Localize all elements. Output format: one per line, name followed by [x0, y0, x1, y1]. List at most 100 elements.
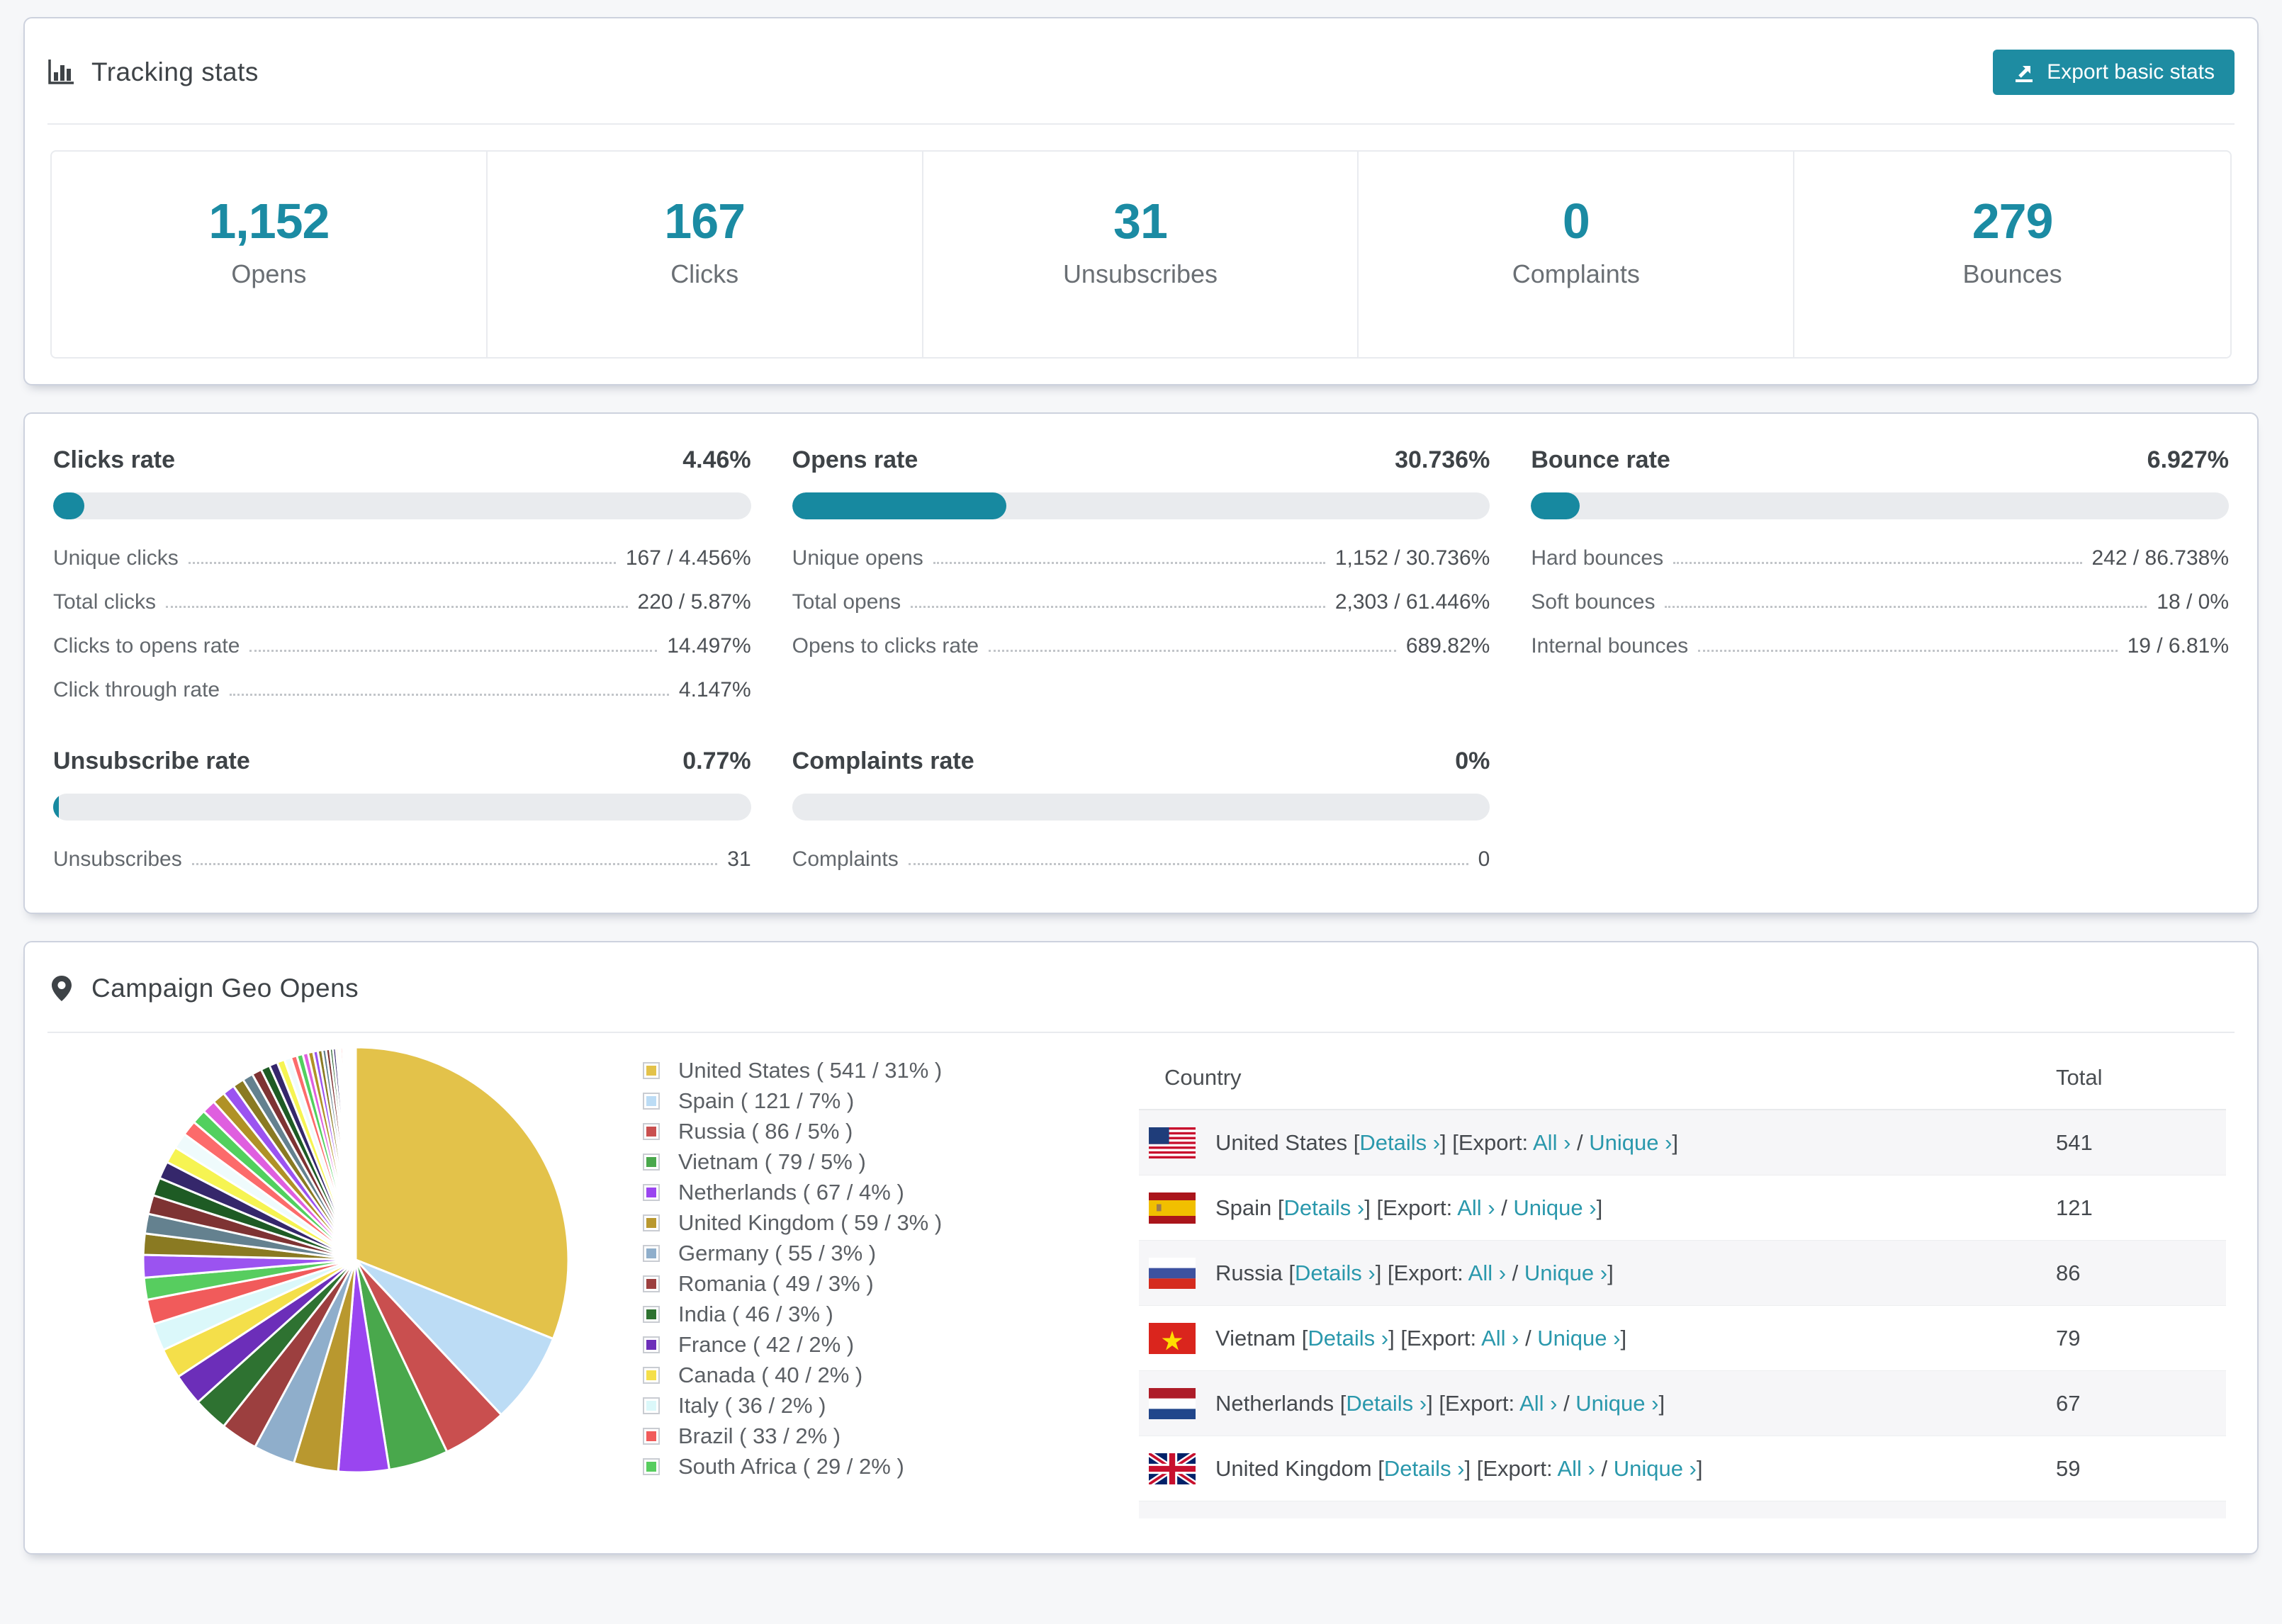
export-unique-link[interactable]: Unique ›: [1614, 1456, 1697, 1481]
export-unique-link[interactable]: Unique ›: [1575, 1391, 1658, 1416]
total-cell: 541: [2056, 1129, 2093, 1155]
export-all-link[interactable]: All ›: [1468, 1261, 1506, 1285]
details-link[interactable]: Details ›: [1359, 1130, 1440, 1155]
export-unique-link[interactable]: Unique ›: [1537, 1326, 1620, 1350]
legend-swatch: [643, 1122, 660, 1140]
stat-label: Complaints: [1512, 259, 1640, 288]
country-name: United Kingdom: [1215, 1455, 1378, 1481]
geo-table: Country Total United States [Details ›] [E…: [1139, 1065, 2226, 1518]
page: Tracking stats Export basic stats 1,152 O…: [0, 0, 2282, 1555]
rate-detail-label: Complaints: [792, 847, 899, 871]
es-flag-icon: [1149, 1192, 1196, 1224]
pie-slice-other-45[interactable]: [354, 1046, 357, 1261]
rate-title: Clicks rate: [53, 446, 175, 473]
rate-detail-label: Opens to clicks rate: [792, 634, 979, 658]
legend-label: United States ( 541 / 31% ): [678, 1057, 943, 1083]
page-title: Tracking stats: [91, 57, 259, 86]
export-unique-link[interactable]: Unique ›: [1589, 1130, 1672, 1155]
legend-swatch: [643, 1153, 660, 1171]
export-unique-link[interactable]: Unique ›: [1524, 1261, 1607, 1285]
rate-detail-value: 4.147%: [678, 678, 751, 701]
dotted-leader: [908, 863, 1468, 865]
rate-detail-value: 689.82%: [1405, 634, 1490, 658]
legend-label: Vietnam ( 79 / 5% ): [678, 1149, 866, 1174]
vn-flag-icon: [1149, 1322, 1196, 1354]
export-icon: [2016, 66, 2033, 82]
legend-swatch: [643, 1244, 660, 1262]
stat-value: 0: [1562, 193, 1590, 249]
legend-label: Brazil ( 33 / 2% ): [678, 1423, 841, 1448]
details-link[interactable]: Details ›: [1284, 1195, 1365, 1220]
rate-detail-label: Clicks to opens rate: [53, 634, 240, 658]
legend-item-germany[interactable]: Germany ( 55 / 3% ): [643, 1238, 1139, 1268]
legend-swatch: [643, 1336, 660, 1353]
export-all-link[interactable]: All ›: [1457, 1195, 1495, 1220]
legend-item-south-africa[interactable]: South Africa ( 29 / 2% ): [643, 1451, 1139, 1482]
stat-value: 279: [1972, 193, 2054, 249]
column-header-country: Country: [1164, 1065, 1242, 1090]
rate-detail-label: Click through rate: [53, 678, 220, 701]
stats-summary-row: 1,152 Opens 167 Clicks 31 Unsubscribes 0 Compla…: [50, 150, 2232, 359]
rate-detail-row: Hard bounces 242 / 86.738%: [1531, 546, 2229, 570]
details-link[interactable]: Details ›: [1295, 1261, 1376, 1285]
export-all-link[interactable]: All ›: [1533, 1130, 1570, 1155]
legend-item-romania[interactable]: Romania ( 49 / 3% ): [643, 1268, 1139, 1299]
legend-item-united-kingdom[interactable]: United Kingdom ( 59 / 3% ): [643, 1207, 1139, 1238]
geo-table-clip: Country Total United States [Details ›] [E…: [1139, 1065, 2226, 1518]
rate-detail-value: 18 / 0%: [2157, 590, 2229, 614]
legend-item-india[interactable]: India ( 46 / 3% ): [643, 1299, 1139, 1329]
legend-item-vietnam[interactable]: Vietnam ( 79 / 5% ): [643, 1146, 1139, 1177]
legend-item-spain[interactable]: Spain ( 121 / 7% ): [643, 1086, 1139, 1116]
rate-title: Bounce rate: [1531, 446, 1670, 473]
legend-item-brazil[interactable]: Brazil ( 33 / 2% ): [643, 1421, 1139, 1451]
rate-detail-row: Click through rate 4.147%: [53, 678, 751, 702]
rate-detail-label: Soft bounces: [1531, 590, 1656, 614]
dotted-leader: [166, 606, 628, 608]
legend-item-united-states[interactable]: United States ( 541 / 31% ): [643, 1055, 1139, 1086]
country-name: Russia: [1215, 1260, 1289, 1285]
legend-swatch: [643, 1397, 660, 1414]
stat-bounces: 279 Bounces: [1794, 152, 2230, 357]
details-link[interactable]: Details ›: [1308, 1326, 1388, 1350]
rate-detail-value: 2,303 / 61.446%: [1334, 590, 1490, 614]
rate-detail-row: Clicks to opens rate 14.497%: [53, 634, 751, 658]
legend-label: United Kingdom ( 59 / 3% ): [678, 1209, 943, 1235]
details-link[interactable]: Details ›: [1346, 1391, 1427, 1416]
country-cell: Vietnam [Details ›] [Export: All › / Uni…: [1215, 1325, 1627, 1350]
rates-grid: Clicks rate 4.46% Unique clicks 167 / 4.456…: [25, 414, 2257, 913]
legend-label: Romania ( 49 / 3% ): [678, 1270, 874, 1296]
export-basic-stats-button[interactable]: Export basic stats: [1993, 50, 2235, 95]
rate-detail-value: 1,152 / 30.736%: [1334, 546, 1490, 570]
export-all-link[interactable]: All ›: [1481, 1326, 1519, 1350]
rate-block-unsubscribe-rate: Unsubscribe rate 0.77% Unsubscribes 31: [53, 748, 751, 872]
rate-value: 0.77%: [682, 748, 751, 774]
legend-item-canada[interactable]: Canada ( 40 / 2% ): [643, 1360, 1139, 1390]
legend-swatch: [643, 1092, 660, 1110]
total-cell: 59: [2056, 1455, 2081, 1481]
total-cell: 79: [2056, 1325, 2081, 1350]
rate-progress-fill: [53, 492, 84, 519]
rate-detail-value: 31: [727, 847, 751, 871]
legend-item-france[interactable]: France ( 42 / 2% ): [643, 1329, 1139, 1360]
rate-progress-bar: [1531, 492, 2229, 519]
rate-detail-row: Opens to clicks rate 689.82%: [792, 634, 1490, 658]
country-name: Netherlands: [1215, 1390, 1340, 1416]
rate-block-clicks-rate: Clicks rate 4.46% Unique clicks 167 / 4.456…: [53, 446, 751, 702]
legend-swatch: [643, 1214, 660, 1231]
gb-flag-icon: [1149, 1453, 1196, 1484]
country-cell: Netherlands [Details ›] [Export: All › /…: [1215, 1390, 1665, 1416]
stat-opens: 1,152 Opens: [52, 152, 488, 357]
legend-item-italy[interactable]: Italy ( 36 / 2% ): [643, 1390, 1139, 1421]
map-pin-icon: [52, 976, 72, 1001]
legend-item-netherlands[interactable]: Netherlands ( 67 / 4% ): [643, 1177, 1139, 1207]
legend-item-russia[interactable]: Russia ( 86 / 5% ): [643, 1116, 1139, 1146]
export-unique-link[interactable]: Unique ›: [1513, 1195, 1596, 1220]
dotted-leader: [249, 650, 658, 652]
legend-swatch: [643, 1457, 660, 1475]
stat-label: Bounces: [1962, 259, 2062, 288]
stat-value: 1,152: [208, 193, 330, 249]
details-link[interactable]: Details ›: [1384, 1456, 1465, 1481]
export-all-link[interactable]: All ›: [1519, 1391, 1557, 1416]
rate-value: 6.927%: [2147, 446, 2229, 473]
export-all-link[interactable]: All ›: [1557, 1456, 1595, 1481]
